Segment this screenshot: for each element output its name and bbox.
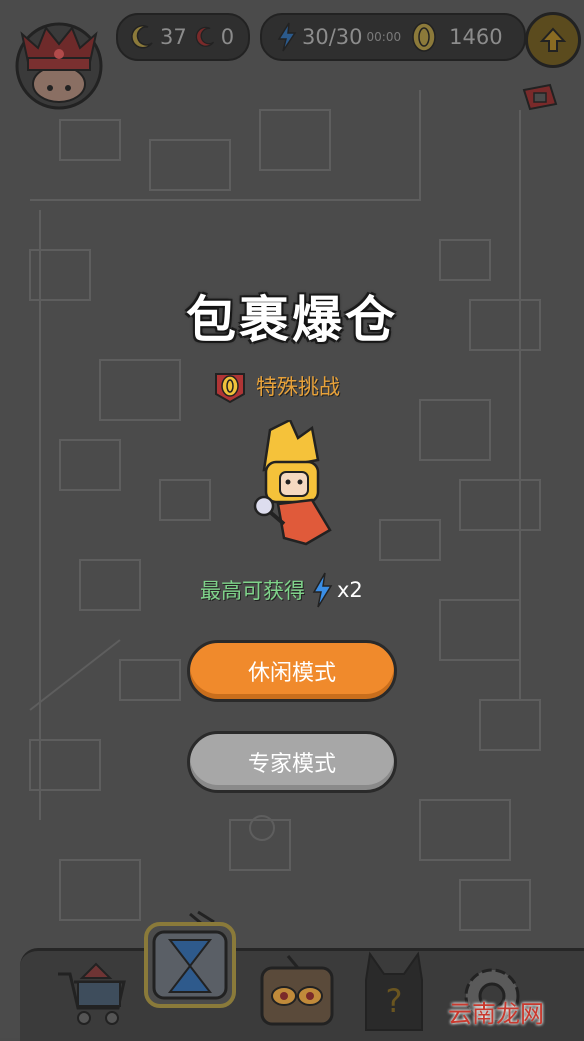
energy-count: 30/30 bbox=[302, 25, 363, 49]
stage-title: 包裹爆仓 bbox=[186, 291, 398, 349]
reward-label: 最高可获得 bbox=[200, 579, 305, 603]
expert-mode-button[interactable]: 专家模式 bbox=[187, 731, 397, 793]
detective-character bbox=[253, 420, 332, 546]
player-avatar[interactable] bbox=[10, 16, 108, 110]
watermark-text: 云南龙网 bbox=[448, 1000, 544, 1028]
yellow-moon-icon bbox=[131, 25, 153, 49]
coin-icon bbox=[412, 22, 436, 52]
energy-coin-pill: 30/30 00:00 1460 bbox=[260, 13, 526, 61]
special-challenge-tag: 特殊挑战 bbox=[212, 368, 340, 404]
mystery-character-icon[interactable]: ? bbox=[356, 950, 432, 1032]
svg-text:?: ? bbox=[386, 982, 403, 1020]
energy-timer: 00:00 bbox=[366, 30, 402, 44]
lightning-icon bbox=[277, 22, 297, 52]
casual-mode-button[interactable]: 休闲模式 bbox=[187, 640, 397, 702]
reward-multiplier: x2 bbox=[337, 578, 363, 602]
arrow-up-icon bbox=[539, 27, 567, 52]
coin-count: 1460 bbox=[449, 25, 503, 49]
red-moon-count: 0 bbox=[220, 25, 235, 49]
moon-count: 37 bbox=[160, 25, 187, 49]
max-reward-line: 最高可获得 x2 bbox=[200, 570, 363, 610]
ticket-icon[interactable] bbox=[520, 82, 560, 112]
coin-badge-icon bbox=[215, 373, 245, 404]
tv-eyes-icon[interactable] bbox=[258, 952, 336, 1030]
lightning-icon bbox=[312, 572, 333, 608]
shop-cart-icon[interactable] bbox=[52, 958, 132, 1028]
moon-counter-pill: 37 0 bbox=[116, 13, 250, 61]
red-moon-icon bbox=[195, 26, 214, 47]
tv-hourglass-icon[interactable] bbox=[140, 908, 240, 1013]
tag-label: 特殊挑战 bbox=[256, 375, 340, 399]
upgrade-button[interactable] bbox=[525, 12, 581, 68]
